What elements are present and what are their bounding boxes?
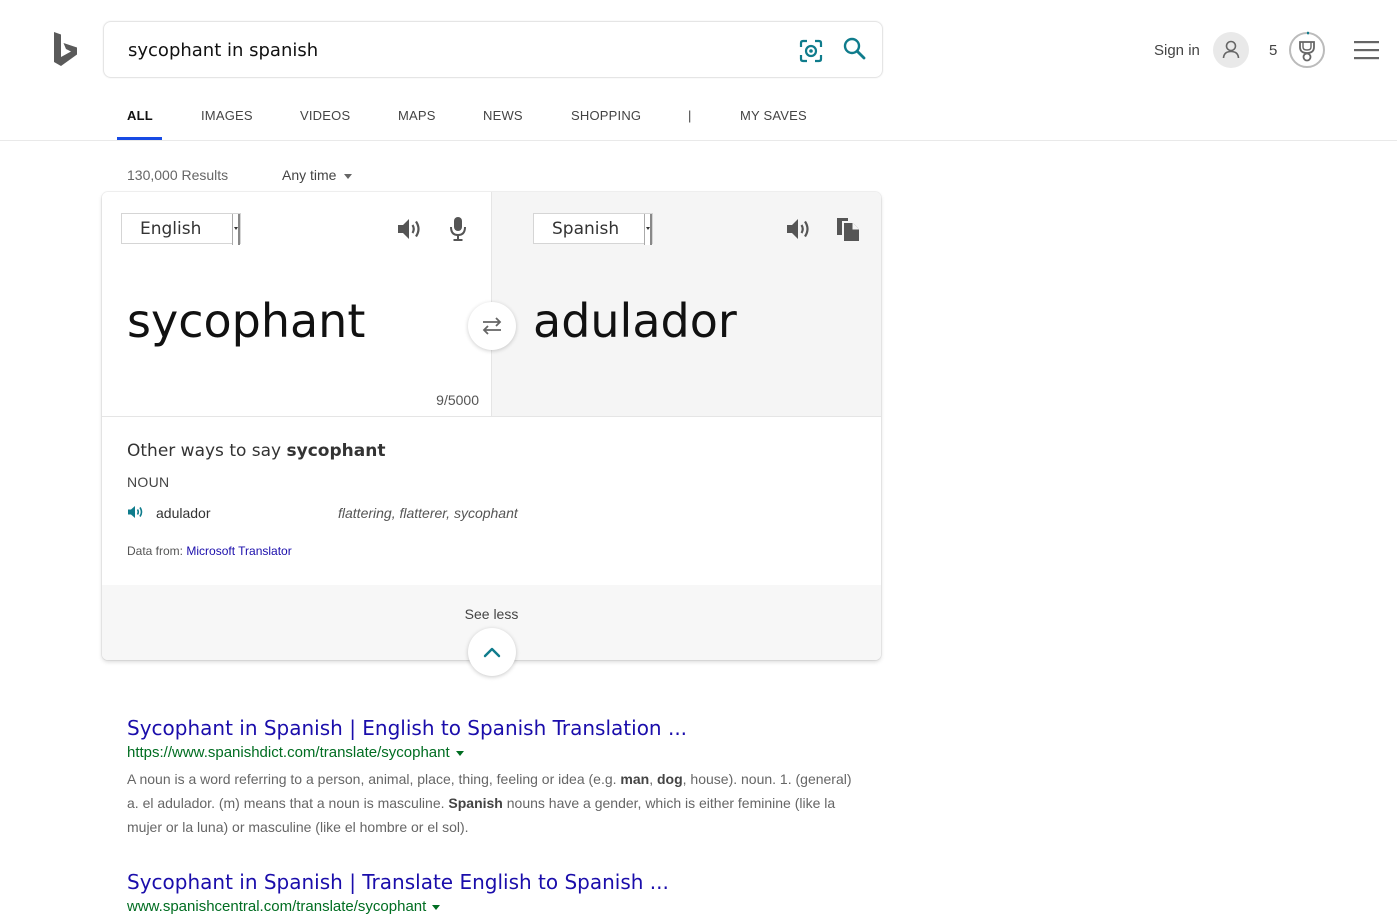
search-result: Sycophant in Spanish | English to Spanis… bbox=[127, 716, 867, 839]
char-count: 9/5000 bbox=[436, 392, 479, 408]
other-ways-heading: Other ways to say sycophant bbox=[127, 441, 386, 461]
avatar[interactable] bbox=[1213, 32, 1249, 68]
speaker-icon[interactable] bbox=[785, 216, 813, 247]
speaker-icon[interactable] bbox=[396, 216, 424, 247]
search-result: Sycophant in Spanish | Translate English… bbox=[127, 870, 867, 915]
rewards-icon[interactable] bbox=[1288, 31, 1326, 69]
microsoft-translator-link[interactable]: Microsoft Translator bbox=[186, 544, 291, 558]
bing-logo[interactable] bbox=[50, 30, 82, 70]
result-title-link[interactable]: Sycophant in Spanish | Translate English… bbox=[127, 870, 867, 894]
list-item: adulador flattering, flatterer, sycophan… bbox=[127, 502, 867, 524]
see-less-button[interactable]: See less bbox=[102, 606, 881, 622]
microphone-icon[interactable] bbox=[447, 215, 469, 248]
target-pane: Spanish adulador bbox=[492, 192, 881, 416]
result-title-link[interactable]: Sycophant in Spanish | English to Spanis… bbox=[127, 716, 867, 740]
tab-all[interactable]: ALL bbox=[127, 108, 153, 123]
result-url[interactable]: www.spanishcentral.com/translate/sycopha… bbox=[127, 898, 867, 915]
rewards-count: 5 bbox=[1269, 42, 1278, 59]
part-of-speech: NOUN bbox=[127, 474, 170, 490]
data-attribution: Data from: Microsoft Translator bbox=[127, 544, 292, 558]
sign-in-link[interactable]: Sign in bbox=[1154, 42, 1200, 59]
tab-shopping[interactable]: SHOPPING bbox=[571, 108, 641, 123]
nav-separator: | bbox=[688, 108, 692, 123]
search-nav: ALL IMAGES VIDEOS MAPS NEWS SHOPPING | M… bbox=[0, 95, 1397, 141]
menu-icon[interactable] bbox=[1354, 38, 1380, 62]
user-icon bbox=[1222, 40, 1240, 59]
dropdown-arrow-icon bbox=[232, 214, 240, 245]
divider bbox=[102, 416, 881, 417]
target-language-label: Spanish bbox=[552, 219, 620, 239]
swap-languages-button[interactable] bbox=[468, 302, 516, 350]
tab-my-saves[interactable]: MY SAVES bbox=[740, 108, 807, 123]
tab-maps[interactable]: MAPS bbox=[398, 108, 436, 123]
search-box bbox=[103, 21, 883, 78]
target-language-select[interactable]: Spanish bbox=[533, 213, 653, 245]
chevron-up-icon bbox=[483, 647, 501, 658]
alternative-word: adulador bbox=[156, 505, 211, 521]
caret-down-icon[interactable] bbox=[455, 750, 464, 756]
source-pane: English sycophant 9/5000 bbox=[102, 192, 492, 416]
visual-search-icon[interactable] bbox=[797, 37, 825, 65]
caret-down-icon bbox=[344, 173, 353, 179]
speaker-icon[interactable] bbox=[127, 504, 145, 520]
tab-videos[interactable]: VIDEOS bbox=[300, 108, 350, 123]
translator-card: English sycophant 9/5000 Spanish adulado… bbox=[102, 192, 881, 676]
source-language-label: English bbox=[140, 219, 202, 239]
source-text[interactable]: sycophant bbox=[127, 294, 365, 348]
search-icon[interactable] bbox=[841, 35, 869, 63]
translated-text: adulador bbox=[533, 294, 737, 348]
results-count: 130,000 Results bbox=[127, 167, 229, 183]
source-language-select[interactable]: English bbox=[121, 213, 241, 245]
active-tab-indicator bbox=[117, 137, 162, 140]
copy-icon[interactable] bbox=[834, 215, 862, 248]
swap-icon bbox=[482, 317, 502, 335]
caret-down-icon[interactable] bbox=[432, 904, 441, 910]
result-url[interactable]: https://www.spanishdict.com/translate/sy… bbox=[127, 744, 867, 761]
result-snippet: A noun is a word referring to a person, … bbox=[127, 771, 852, 835]
tab-news[interactable]: NEWS bbox=[483, 108, 523, 123]
tab-images[interactable]: IMAGES bbox=[201, 108, 253, 123]
time-filter-label: Any time bbox=[282, 167, 337, 183]
dropdown-arrow-icon bbox=[644, 214, 652, 245]
search-input[interactable] bbox=[128, 38, 768, 62]
collapse-button[interactable] bbox=[468, 628, 516, 676]
time-filter-dropdown[interactable]: Any time bbox=[282, 167, 353, 183]
alternative-synonyms: flattering, flatterer, sycophant bbox=[338, 505, 518, 521]
